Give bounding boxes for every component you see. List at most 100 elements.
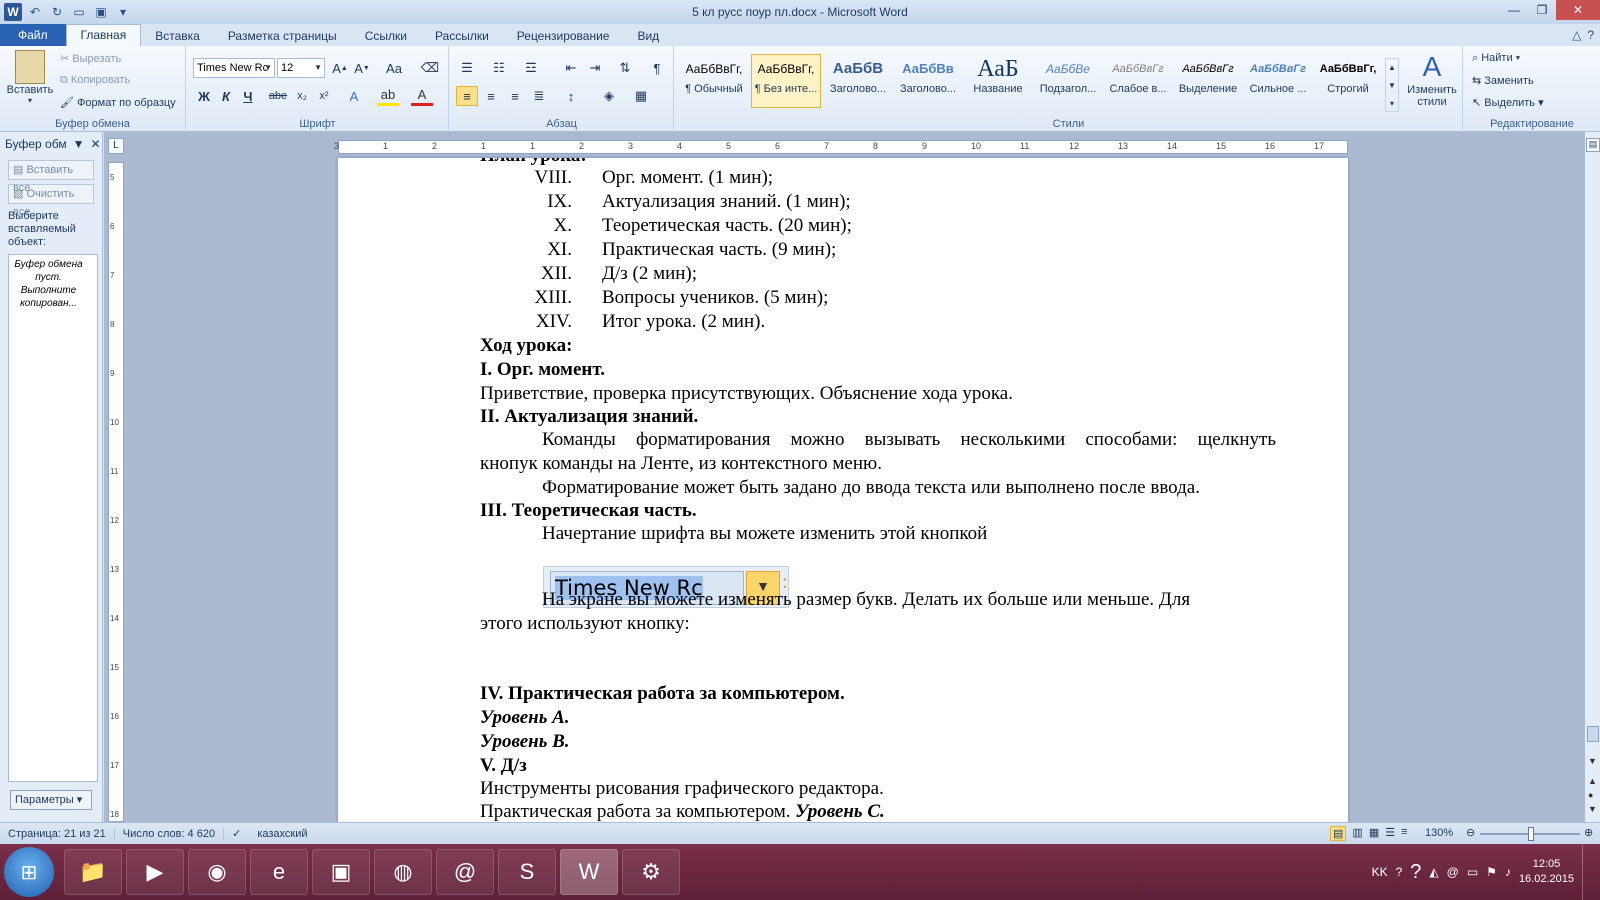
zoom-slider-thumb[interactable] — [1528, 827, 1534, 841]
floppy-taskbar-icon[interactable]: ▣ — [312, 849, 370, 895]
font-name-combo[interactable]: Times New Rc ▼ — [193, 58, 275, 78]
internet-explorer-taskbar-icon[interactable]: e — [250, 849, 308, 895]
web-layout-icon[interactable]: ▦ — [1369, 826, 1379, 841]
save-icon[interactable]: ▣ — [92, 3, 110, 21]
text-effects-icon[interactable]: A — [343, 86, 365, 106]
style-emphasis[interactable]: АаБбВвГг Выделение — [1173, 54, 1243, 108]
find-button[interactable]: ⌕ Найти ▾ — [1472, 52, 1520, 65]
style-strong[interactable]: АаБбВвГг, Строгий — [1313, 54, 1383, 108]
customize-qat-icon[interactable]: ▾ — [114, 3, 132, 21]
multilevel-list-icon[interactable]: ☲ — [520, 58, 542, 78]
tab-mailings[interactable]: Рассылки — [421, 26, 503, 46]
highlight-icon[interactable]: ab — [377, 86, 399, 106]
undo-icon[interactable]: ↶ — [26, 3, 44, 21]
clipboard-items-list[interactable]: Буфер обмена пуст. Выполните копирован..… — [8, 254, 98, 782]
redo-icon[interactable]: ↻ — [48, 3, 66, 21]
paste-button[interactable]: Вставить ▾ — [6, 50, 54, 112]
skype-taskbar-icon[interactable]: S — [498, 849, 556, 895]
style-intense-emphasis[interactable]: АаБбВвГг Сильное ... — [1243, 54, 1313, 108]
decrease-indent-icon[interactable]: ⇤ — [560, 58, 582, 78]
style-subtle-emphasis[interactable]: АаБбВвГг Слабое в... — [1103, 54, 1173, 108]
underline-button[interactable]: Ч — [237, 86, 259, 106]
options-button[interactable]: Параметры ▾ — [10, 790, 92, 810]
acrobat-tray-icon[interactable]: ◭ — [1429, 865, 1438, 879]
justify-icon[interactable]: ≣ — [528, 86, 550, 106]
app-taskbar-icon[interactable]: ⚙ — [622, 849, 680, 895]
line-spacing-icon[interactable]: ↕ — [560, 86, 582, 106]
tab-view[interactable]: Вид — [623, 26, 673, 46]
help-icon[interactable]: ? — [1587, 28, 1594, 42]
borders-icon[interactable]: ▦ — [630, 86, 652, 106]
volume-tray-icon[interactable]: ♪ — [1505, 865, 1511, 879]
align-left-icon[interactable]: ≡ — [456, 86, 478, 106]
language-indicator-tray[interactable]: KK — [1372, 865, 1388, 879]
paste-all-button[interactable]: ▤ Вставить все — [8, 160, 94, 194]
style-heading-2[interactable]: АаБбВв Заголово... — [893, 54, 963, 108]
word-taskbar-icon[interactable]: W — [560, 849, 618, 895]
style-normal[interactable]: АаБбВвГг, ¶ Обычный — [679, 54, 749, 108]
horizontal-ruler[interactable]: 3 1 2 1 1 2 3 4 5 6 7 8 9 10 11 12 13 14 15 16 17 — [104, 138, 1584, 156]
numbering-icon[interactable]: ☷ — [488, 58, 510, 78]
vertical-scrollbar[interactable]: ▤ ▼ ▲ ● ▼ — [1584, 132, 1600, 822]
cut-button[interactable]: ✂ Вырезать — [60, 52, 121, 65]
style-subtitle[interactable]: АаБбВе Подзагол... — [1033, 54, 1103, 108]
word-count[interactable]: Число слов: 4 620 — [115, 827, 225, 840]
tab-review[interactable]: Рецензирование — [503, 26, 624, 46]
browse-object-icon[interactable]: ● — [1588, 790, 1593, 800]
outline-icon[interactable]: ☰ — [1385, 826, 1395, 841]
strikethrough-button[interactable]: abe — [267, 86, 289, 106]
zoom-level[interactable]: 130% — [1425, 827, 1453, 839]
start-button[interactable]: ⊞ — [4, 847, 54, 897]
spellcheck-icon[interactable]: ✓ — [224, 827, 249, 840]
next-page-icon[interactable]: ▼ — [1588, 804, 1597, 814]
clock[interactable]: 12:05 16.02.2015 — [1519, 857, 1574, 887]
subscript-button[interactable]: x₂ — [291, 86, 313, 106]
previous-page-icon[interactable]: ▲ — [1588, 776, 1597, 786]
style-heading-1[interactable]: АаБбВ Заголово... — [823, 54, 893, 108]
grow-font-icon[interactable]: A ▲ — [329, 58, 351, 78]
draft-icon[interactable]: ≡ — [1401, 826, 1407, 841]
clear-formatting-icon[interactable]: ⌫ — [419, 58, 441, 78]
italic-button[interactable]: К — [215, 86, 237, 106]
mail-tray-icon[interactable]: @ — [1447, 865, 1459, 879]
explorer-taskbar-icon[interactable]: 📁 — [64, 849, 122, 895]
page-indicator[interactable]: Страница: 21 из 21 — [0, 827, 115, 840]
firefox-taskbar-icon[interactable]: ◍ — [374, 849, 432, 895]
flag-tray-icon[interactable]: ⚑ — [1486, 865, 1497, 879]
change-case-icon[interactable]: Aa — [383, 58, 405, 78]
help-tray-icon[interactable]: ? — [1396, 865, 1403, 879]
minimize-button[interactable]: — — [1500, 0, 1528, 20]
zoom-in-icon[interactable]: ⊕ — [1584, 826, 1593, 839]
format-painter-button[interactable]: 🖌 Формат по образцу — [60, 96, 176, 109]
show-formatting-icon[interactable]: ¶ — [646, 58, 668, 78]
collapse-ribbon-icon[interactable]: △ — [1572, 28, 1581, 42]
tab-references[interactable]: Ссылки — [351, 26, 421, 46]
shrink-font-icon[interactable]: A ▼ — [351, 58, 373, 78]
vertical-ruler[interactable]: 5 6 7 8 9 10 11 12 13 14 15 16 17 18 — [108, 162, 124, 822]
mail-agent-taskbar-icon[interactable]: @ — [436, 849, 494, 895]
clear-all-button[interactable]: ▧ Очистить все — [8, 184, 94, 218]
zoom-out-icon[interactable]: ⊖ — [1466, 826, 1475, 839]
scroll-down-arrow[interactable]: ▼ — [1588, 756, 1597, 766]
network-tray-icon[interactable]: ▭ — [1467, 865, 1478, 879]
tab-page-layout[interactable]: Разметка страницы — [214, 26, 351, 46]
help-circle-icon[interactable]: ? — [1410, 861, 1421, 884]
replace-button[interactable]: ⇆ Заменить — [1472, 74, 1534, 87]
full-screen-reading-icon[interactable]: ▥ — [1352, 826, 1362, 841]
shading-icon[interactable]: ◈ — [598, 86, 620, 106]
print-layout-icon[interactable]: ▤ — [1330, 826, 1347, 841]
document-page[interactable]: План урока: VIII.Орг. момент. (1 мин); I… — [338, 158, 1348, 822]
superscript-button[interactable]: x² — [313, 86, 335, 106]
tab-insert[interactable]: Вставка — [141, 26, 214, 46]
show-desktop-button[interactable] — [1582, 844, 1594, 900]
language-indicator[interactable]: казахский — [249, 828, 315, 840]
copy-button[interactable]: ⧉ Копировать — [60, 74, 130, 87]
font-size-combo[interactable]: 12 ▼ — [277, 58, 325, 78]
pane-close-icon[interactable]: ✕ — [90, 137, 100, 151]
styles-scroll-icon[interactable]: ▲ ▼ ▾ — [1385, 58, 1399, 112]
chrome-taskbar-icon[interactable]: ◉ — [188, 849, 246, 895]
pane-menu-icon[interactable]: ▼ — [73, 137, 85, 151]
increase-indent-icon[interactable]: ⇥ — [584, 58, 606, 78]
style-no-spacing[interactable]: АаБбВвГг, ¶ Без инте... — [751, 54, 821, 108]
change-styles-button[interactable]: A Изменить стили — [1403, 50, 1461, 108]
